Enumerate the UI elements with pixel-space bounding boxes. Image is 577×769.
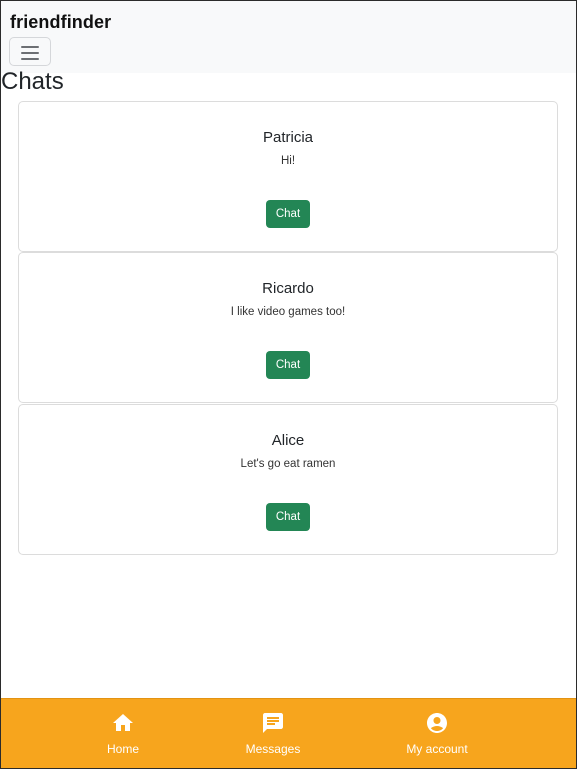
chat-contact-name: Alice xyxy=(271,432,305,449)
chat-button[interactable]: Chat xyxy=(266,200,310,228)
top-navbar: friendfinder xyxy=(0,0,577,73)
bottom-navbar: Home Messages My account xyxy=(0,698,577,769)
nav-item-home[interactable]: Home xyxy=(68,711,178,756)
nav-item-messages[interactable]: Messages xyxy=(218,711,328,756)
chat-button[interactable]: Chat xyxy=(266,351,310,379)
chat-card: Patricia Hi! Chat xyxy=(18,101,558,252)
message-icon xyxy=(263,713,283,733)
brand-logo[interactable]: friendfinder xyxy=(10,12,111,33)
chat-last-message: Let's go eat ramen xyxy=(240,458,336,470)
nav-item-label: Messages xyxy=(245,742,301,756)
nav-item-label: Home xyxy=(106,742,139,756)
chat-contact-name: Ricardo xyxy=(262,280,314,297)
menu-toggle-button[interactable] xyxy=(9,37,51,66)
chat-button[interactable]: Chat xyxy=(266,503,310,531)
nav-item-label: My account xyxy=(406,742,468,756)
chat-contact-name: Patricia xyxy=(262,129,314,146)
chat-card: Ricardo I like video games too! Chat xyxy=(18,252,558,403)
chat-card: Alice Let's go eat ramen Chat xyxy=(18,404,558,555)
account-circle-icon xyxy=(427,713,447,733)
page-title: Chats xyxy=(1,68,64,95)
nav-item-my-account[interactable]: My account xyxy=(382,711,492,756)
chat-last-message: Hi! xyxy=(280,155,296,167)
home-icon xyxy=(113,714,133,731)
chat-last-message: I like video games too! xyxy=(230,306,346,318)
